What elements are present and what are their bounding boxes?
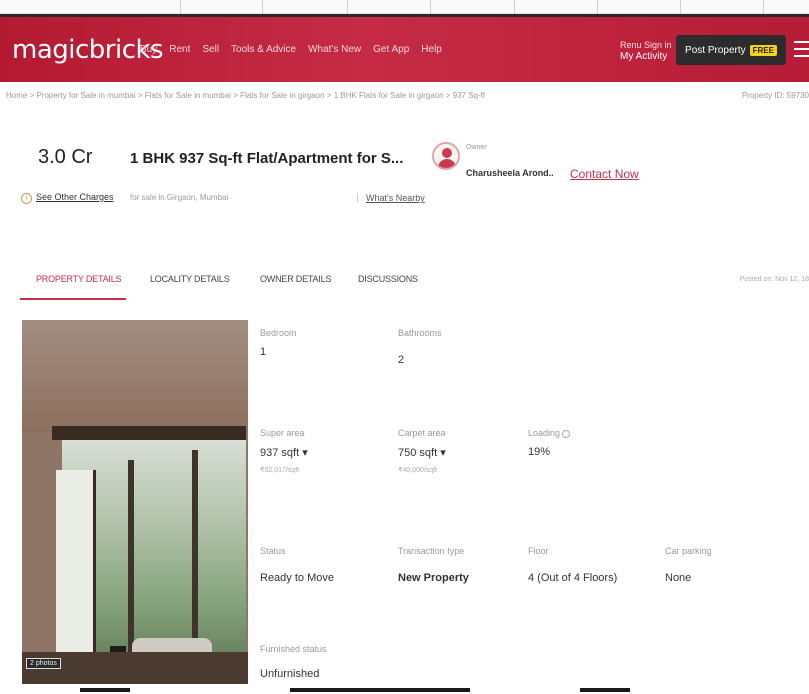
my-activity-link[interactable]: Renu Sign in My Activity bbox=[620, 39, 672, 63]
owner-name: Charusheela Arond.. bbox=[466, 168, 554, 178]
owner-avatar-icon bbox=[432, 142, 460, 170]
loading-label: Loading bbox=[528, 428, 571, 438]
sign-in-text: Renu Sign in bbox=[620, 40, 672, 50]
nav-get-app[interactable]: Get App bbox=[373, 44, 409, 55]
bathrooms-label: Bathrooms bbox=[398, 328, 442, 338]
owner-label: Owner bbox=[466, 144, 487, 151]
property-price: 3.0 Cr bbox=[38, 146, 93, 168]
carpet-area-label: Carpet area bbox=[398, 428, 446, 438]
nearby-pin-icon bbox=[357, 194, 361, 202]
free-badge: FREE bbox=[749, 44, 777, 56]
property-id: Property ID: 59730 bbox=[741, 91, 809, 100]
tab-discussions[interactable]: DISCUSSIONS bbox=[358, 274, 418, 284]
nav-rent[interactable]: Rent bbox=[169, 44, 190, 55]
bottom-edge bbox=[0, 686, 809, 694]
nav-sell[interactable]: Sell bbox=[202, 44, 219, 55]
status-label: Status bbox=[260, 546, 286, 556]
floor-value: 4 (Out of 4 Floors) bbox=[528, 572, 618, 584]
breadcrumb: Home > Property for Sale in mumbai > Fla… bbox=[0, 88, 809, 106]
car-parking-label: Car parking bbox=[665, 546, 712, 556]
property-location-subtitle: for sale in Girgaon, Mumbai bbox=[130, 193, 229, 202]
carpet-area-dropdown[interactable]: 750 sqft ▾ bbox=[398, 446, 446, 459]
super-area-price-per-sqft: ₹32,017/sqft bbox=[260, 467, 300, 474]
tab-locality-details[interactable]: LOCALITY DETAILS bbox=[150, 274, 230, 284]
floor-label: Floor bbox=[528, 546, 549, 556]
furnished-status-value: Unfurnished bbox=[260, 668, 320, 680]
bedroom-value: 1 bbox=[260, 346, 267, 358]
furnished-status-label: Furnished status bbox=[260, 644, 327, 654]
hamburger-menu-icon[interactable] bbox=[794, 41, 809, 59]
nav-buy[interactable]: Buy bbox=[140, 44, 157, 55]
bedroom-label: Bedroom bbox=[260, 328, 297, 338]
main-nav: Buy Rent Sell Tools & Advice What's New … bbox=[140, 44, 442, 55]
breadcrumb-path[interactable]: Home > Property for Sale in mumbai > Fla… bbox=[6, 91, 485, 100]
status-value: Ready to Move bbox=[260, 572, 334, 584]
info-icon: i bbox=[21, 193, 32, 204]
contact-now-button[interactable]: Contact Now bbox=[570, 167, 639, 181]
nav-whats-new[interactable]: What's New bbox=[308, 44, 361, 55]
transaction-type-value: New Property bbox=[398, 572, 469, 584]
transaction-type-label: Transaction type bbox=[398, 546, 465, 556]
nav-tools-advice[interactable]: Tools & Advice bbox=[231, 44, 296, 55]
top-navigation-bar: magicbricks Buy Rent Sell Tools & Advice… bbox=[0, 14, 809, 82]
whats-nearby-link[interactable]: What's Nearby bbox=[366, 193, 425, 203]
browser-top-strip bbox=[0, 0, 809, 14]
tab-owner-details[interactable]: OWNER DETAILS bbox=[260, 274, 331, 284]
property-photo[interactable] bbox=[22, 320, 248, 684]
super-area-label: Super area bbox=[260, 428, 305, 438]
posted-on-date: Posted on: Nov 12, 18 bbox=[739, 276, 809, 283]
see-other-charges-link[interactable]: See Other Charges bbox=[36, 192, 114, 202]
detail-tabs: PROPERTY DETAILS LOCALITY DETAILS OWNER … bbox=[0, 262, 809, 302]
active-tab-indicator bbox=[20, 298, 126, 300]
property-title: 1 BHK 937 Sq-ft Flat/Apartment for S... bbox=[130, 150, 404, 167]
nav-help[interactable]: Help bbox=[421, 44, 442, 55]
my-activity-label: My Activity bbox=[620, 51, 668, 62]
bathrooms-value: 2 bbox=[398, 354, 405, 366]
carpet-area-price-per-sqft: ₹40,000/sqft bbox=[398, 467, 438, 474]
loading-info-icon[interactable] bbox=[562, 429, 571, 438]
post-property-button[interactable]: Post Property FREE bbox=[676, 35, 786, 65]
car-parking-value: None bbox=[665, 572, 692, 584]
photo-count-badge[interactable]: 2 photos bbox=[26, 658, 61, 669]
tab-property-details[interactable]: PROPERTY DETAILS bbox=[36, 274, 122, 284]
super-area-dropdown[interactable]: 937 sqft ▾ bbox=[260, 446, 308, 459]
post-property-label: Post Property bbox=[685, 44, 746, 56]
loading-value: 19% bbox=[528, 446, 551, 458]
